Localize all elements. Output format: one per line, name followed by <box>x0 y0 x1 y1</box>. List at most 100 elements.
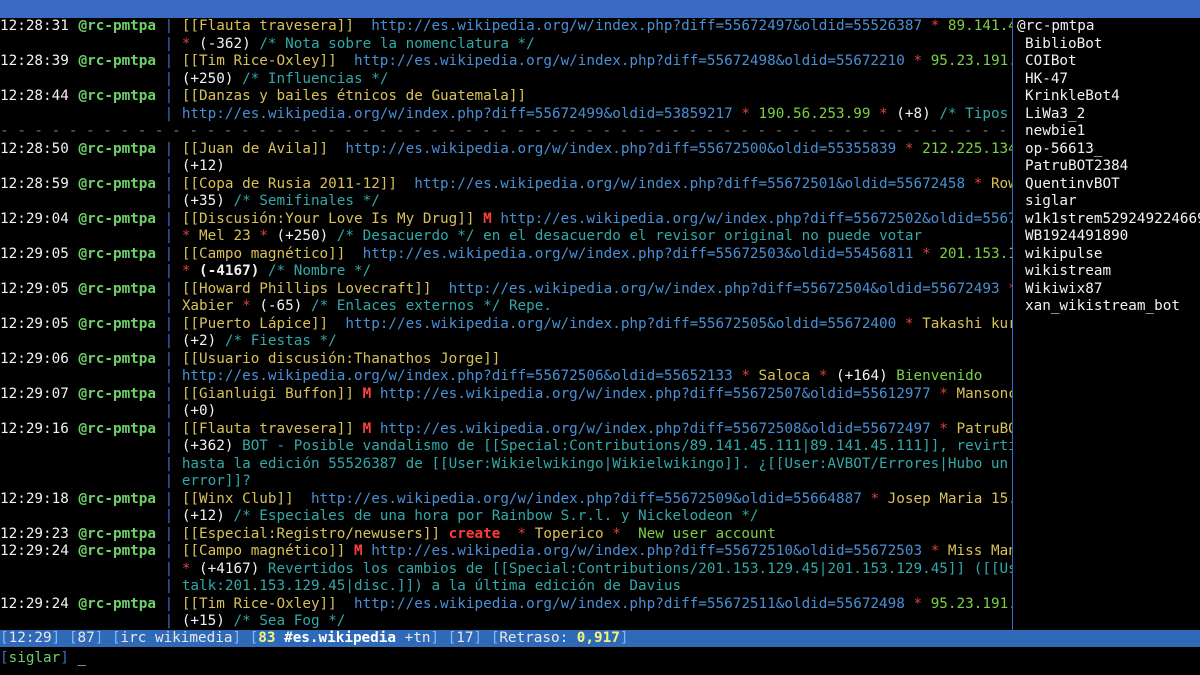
chat-line: 12:28:44 @rc-pmtpa | [[Danzas y bailes ét… <box>0 88 527 104</box>
status-network: irc wikimedia <box>120 630 233 646</box>
chat-line: | hasta la edición 55526387 de [[User:Wi… <box>164 455 1009 472</box>
nicklist-item[interactable]: newbie1 <box>1013 123 1200 141</box>
input-line[interactable]: [siglar] _ <box>0 648 86 668</box>
nicklist-item[interactable]: BiblioBot <box>1013 36 1200 54</box>
timestamp: 12:28:59 <box>0 175 69 192</box>
read-marker-separator: - - - - - - - - - - - - - - - - - - - - … <box>0 123 1008 139</box>
status-window-number: 83 <box>258 630 276 646</box>
chat-line: 12:29:07 @rc-pmtpa | [[Gianluigi Buffon]]… <box>0 385 1012 402</box>
chat-line: | (+250) /* Influencias */ <box>164 70 389 87</box>
chat-line: | (+12) /* Especiales de una hora por Ra… <box>164 508 759 524</box>
chat-line: 12:29:05 @rc-pmtpa | [[Howard Phillips Lo… <box>0 280 1012 297</box>
nicklist[interactable]: @rc-pmtpa BiblioBot COIBot HK-47 Krinkle… <box>1012 18 1200 630</box>
chat-line: | (+0) <box>164 403 217 419</box>
chat-line: 12:29:23 @rc-pmtpa | [[Especial:Registro/… <box>0 525 776 542</box>
chat-line: 12:28:59 @rc-pmtpa | [[Copa de Rusia 2011… <box>0 175 1012 192</box>
chat-line: 12:29:05 @rc-pmtpa | [[Campo magnético]] … <box>0 245 1012 262</box>
status-lag-label: Retraso: <box>499 630 569 646</box>
message-nick: @rc-pmtpa <box>78 385 156 402</box>
chat-line: 12:29:18 @rc-pmtpa | [[Winx Club]] http:/… <box>0 490 1012 507</box>
nicklist-item[interactable]: QuentinvBOT <box>1013 176 1200 194</box>
chat-line: | (+2) /* Fiestas */ <box>164 333 337 349</box>
chat-line: | * (-4167) /* Nombre */ <box>164 263 372 279</box>
timestamp: 12:29:04 <box>0 210 69 227</box>
message-nick: @rc-pmtpa <box>78 175 156 192</box>
status-user-count: 17 <box>456 630 474 646</box>
timestamp: 12:29:16 <box>0 420 69 437</box>
chat-line: | (+12) <box>164 158 225 174</box>
timestamp: 12:29:07 <box>0 385 69 402</box>
timestamp: 12:29:05 <box>0 315 69 332</box>
nicklist-item[interactable]: w1k1strem529249224669 <box>1013 211 1200 229</box>
nicklist-item[interactable]: siglar <box>1013 193 1200 211</box>
message-nick: @rc-pmtpa <box>78 53 156 69</box>
timestamp: 12:29:24 <box>0 543 69 559</box>
timestamp: 12:29:18 <box>0 490 69 507</box>
timestamp: 12:28:44 <box>0 88 69 104</box>
status-lag-value: 0,917 <box>576 630 620 646</box>
window-top-bar <box>0 0 1200 18</box>
chat-line: 12:29:04 @rc-pmtpa | [[Discusión:Your Lov… <box>0 210 1012 227</box>
chat-line: | talk:201.153.129.45|disc.]]) a la últi… <box>164 578 682 594</box>
timestamp: 12:28:31 <box>0 18 69 34</box>
timestamp: 12:29:24 <box>0 595 69 612</box>
timestamp: 12:29:23 <box>0 525 69 542</box>
message-nick: @rc-pmtpa <box>78 210 156 227</box>
chat-line: | http://es.wikipedia.org/w/index.php?di… <box>164 105 1009 122</box>
status-bar: [12:29] [87] [irc wikimedia] [83 #es.wik… <box>0 630 1200 647</box>
message-nick: @rc-pmtpa <box>78 315 156 332</box>
message-nick: @rc-pmtpa <box>78 350 156 367</box>
status-time: 12:29 <box>8 630 52 646</box>
chat-line: 12:29:24 @rc-pmtpa | [[Tim Rice-Oxley]] h… <box>0 595 1012 612</box>
chat-line: 12:29:24 @rc-pmtpa | [[Campo magnético]] … <box>0 543 1012 559</box>
message-nick: @rc-pmtpa <box>78 420 156 437</box>
nicklist-item[interactable]: wikipulse <box>1013 246 1200 264</box>
chat-line: 12:28:39 @rc-pmtpa | [[Tim Rice-Oxley]] h… <box>0 53 1012 69</box>
chat-line: | * (+4167) Revertidos los cambios de [[… <box>164 560 1012 577</box>
nicklist-item[interactable]: @rc-pmtpa <box>1013 18 1200 36</box>
chat-line: 12:29:06 @rc-pmtpa | [[Usuario discusión:… <box>0 350 501 367</box>
input-nick: siglar <box>8 650 61 666</box>
nicklist-item[interactable]: wikistream <box>1013 263 1200 281</box>
message-nick: @rc-pmtpa <box>78 18 156 34</box>
message-nick: @rc-pmtpa <box>78 490 156 507</box>
nicklist-item[interactable]: xan_wikistream_bot <box>1013 298 1200 316</box>
chat-line: 12:29:05 @rc-pmtpa | [[Puerto Lápice]] ht… <box>0 315 1012 332</box>
message-nick: @rc-pmtpa <box>78 543 156 559</box>
message-nick: @rc-pmtpa <box>78 525 156 542</box>
timestamp: 12:29:05 <box>0 245 69 262</box>
input-cursor[interactable]: _ <box>77 650 86 666</box>
timestamp: 12:28:39 <box>0 53 69 69</box>
chat-line: 12:28:50 @rc-pmtpa | [[Juan de Ávila]] ht… <box>0 140 1012 157</box>
status-channel: #es.wikipedia <box>284 630 396 646</box>
message-nick: @rc-pmtpa <box>78 140 156 157</box>
chat-line: | error]]? <box>164 473 251 489</box>
chat-buffer[interactable]: 12:28:31 @rc-pmtpa | [[Flauta travesera]]… <box>0 18 1012 630</box>
chat-line: | http://es.wikipedia.org/w/index.php?di… <box>164 368 983 384</box>
message-nick: @rc-pmtpa <box>78 280 156 297</box>
nicklist-item[interactable]: Wikiwix87 <box>1013 281 1200 299</box>
message-nick: @rc-pmtpa <box>78 595 156 612</box>
chat-line: 12:29:16 @rc-pmtpa | [[Flauta travesera]]… <box>0 420 1012 437</box>
status-count: 87 <box>77 630 95 646</box>
nicklist-item[interactable]: op-56613_ <box>1013 141 1200 159</box>
chat-line: | (+15) /* Sea Fog */ <box>164 613 346 629</box>
chat-line: 12:28:31 @rc-pmtpa | [[Flauta travesera]]… <box>0 18 1012 34</box>
chat-line: | Xabier * (-65) /* Enlaces externos */ … <box>164 298 552 314</box>
timestamp: 12:29:06 <box>0 350 69 367</box>
timestamp: 12:28:50 <box>0 140 69 157</box>
nicklist-item[interactable]: COIBot <box>1013 53 1200 71</box>
message-nick: @rc-pmtpa <box>78 245 156 262</box>
nicklist-item[interactable]: HK-47 <box>1013 71 1200 89</box>
nicklist-item[interactable]: LiWa3_2 <box>1013 106 1200 124</box>
chat-line: | (+35) /* Semifinales */ <box>164 193 380 209</box>
nicklist-item[interactable]: KrinkleBot4 <box>1013 88 1200 106</box>
chat-line: | * Mel 23 * (+250) /* Desacuerdo */ en … <box>164 228 923 244</box>
status-channel-modes: +tn <box>404 630 431 646</box>
chat-line: | * (-362) /* Nota sobre la nomenclatura… <box>164 35 535 52</box>
nicklist-item[interactable]: WB1924491890 <box>1013 228 1200 246</box>
nicklist-item[interactable]: PatruBOT2384 <box>1013 158 1200 176</box>
message-nick: @rc-pmtpa <box>78 88 156 104</box>
chat-line: | (+362) BOT - Posible vandalismo de [[S… <box>164 438 1012 454</box>
timestamp: 12:29:05 <box>0 280 69 297</box>
